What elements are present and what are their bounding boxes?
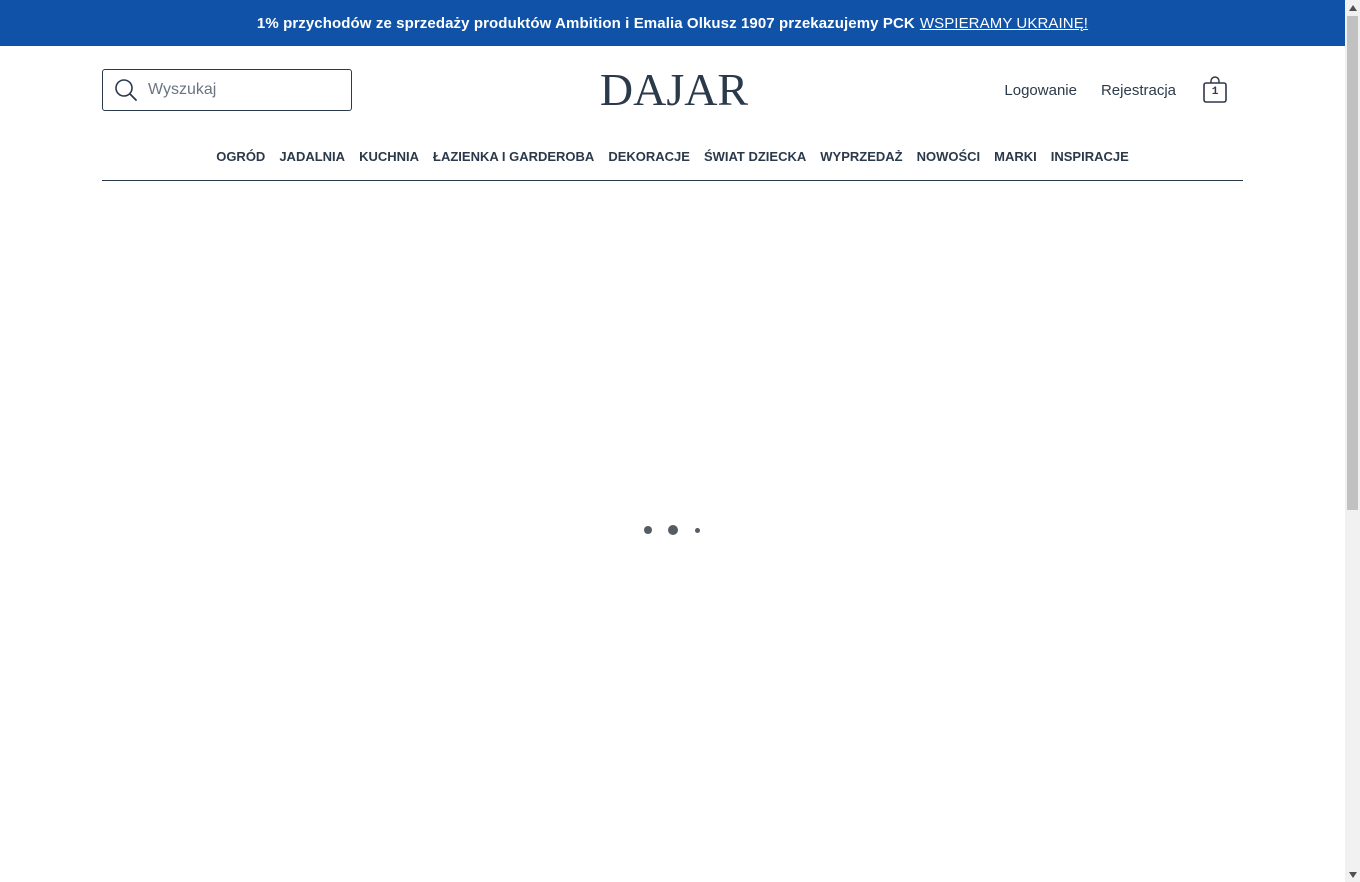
register-link[interactable]: Rejestracja <box>1101 82 1176 99</box>
nav-item-dekoracje[interactable]: DEKORACJE <box>601 142 697 164</box>
header-account-links: Logowanie Rejestracja 1 <box>980 74 1228 106</box>
scrollbar-thumb[interactable] <box>1347 16 1358 510</box>
search-box[interactable] <box>102 69 352 111</box>
search-input[interactable] <box>148 81 338 99</box>
promo-text: 1% przychodów ze sprzedaży produktów Amb… <box>256 14 915 32</box>
loading-dots-icon <box>640 522 706 538</box>
nav-item-kuchnia[interactable]: KUCHNIA <box>352 142 426 164</box>
loader-dot <box>668 525 678 535</box>
page: 1% przychodów ze sprzedaży produktów Amb… <box>0 0 1345 882</box>
cart-count-badge: 1 <box>1211 86 1219 98</box>
loader-dot <box>695 527 700 533</box>
promo-banner: 1% przychodów ze sprzedaży produktów Amb… <box>0 0 1345 46</box>
cart-button[interactable]: 1 <box>1202 76 1228 104</box>
nav-item-lazienka-i-garderoba[interactable]: ŁAZIENKA I GARDEROBA <box>426 142 601 164</box>
search-icon[interactable] <box>114 78 138 102</box>
nav-item-ogrod[interactable]: OGRÓD <box>209 142 272 164</box>
scroll-up-arrow-icon[interactable] <box>1345 0 1360 15</box>
nav-item-nowosci[interactable]: NOWOŚCI <box>910 142 988 164</box>
main-category-nav: OGRÓD JADALNIA KUCHNIA ŁAZIENKA I GARDER… <box>102 142 1243 181</box>
nav-item-jadalnia[interactable]: JADALNIA <box>272 142 352 164</box>
dajar-logo[interactable]: DAJAR <box>598 64 750 116</box>
vertical-scrollbar[interactable] <box>1345 0 1360 882</box>
nav-item-marki[interactable]: MARKI <box>987 142 1044 164</box>
promo-ukraine-link[interactable]: WSPIERAMY UKRAINĘ! <box>920 15 1088 32</box>
nav-item-inspiracje[interactable]: INSPIRACJE <box>1044 142 1136 164</box>
loader-dot <box>644 526 652 534</box>
login-link[interactable]: Logowanie <box>1004 82 1077 99</box>
nav-item-wyprzedaz[interactable]: WYPRZEDAŻ <box>813 142 909 164</box>
scroll-down-arrow-icon[interactable] <box>1345 867 1360 882</box>
nav-item-swiat-dziecka[interactable]: ŚWIAT DZIECKA <box>697 142 813 164</box>
